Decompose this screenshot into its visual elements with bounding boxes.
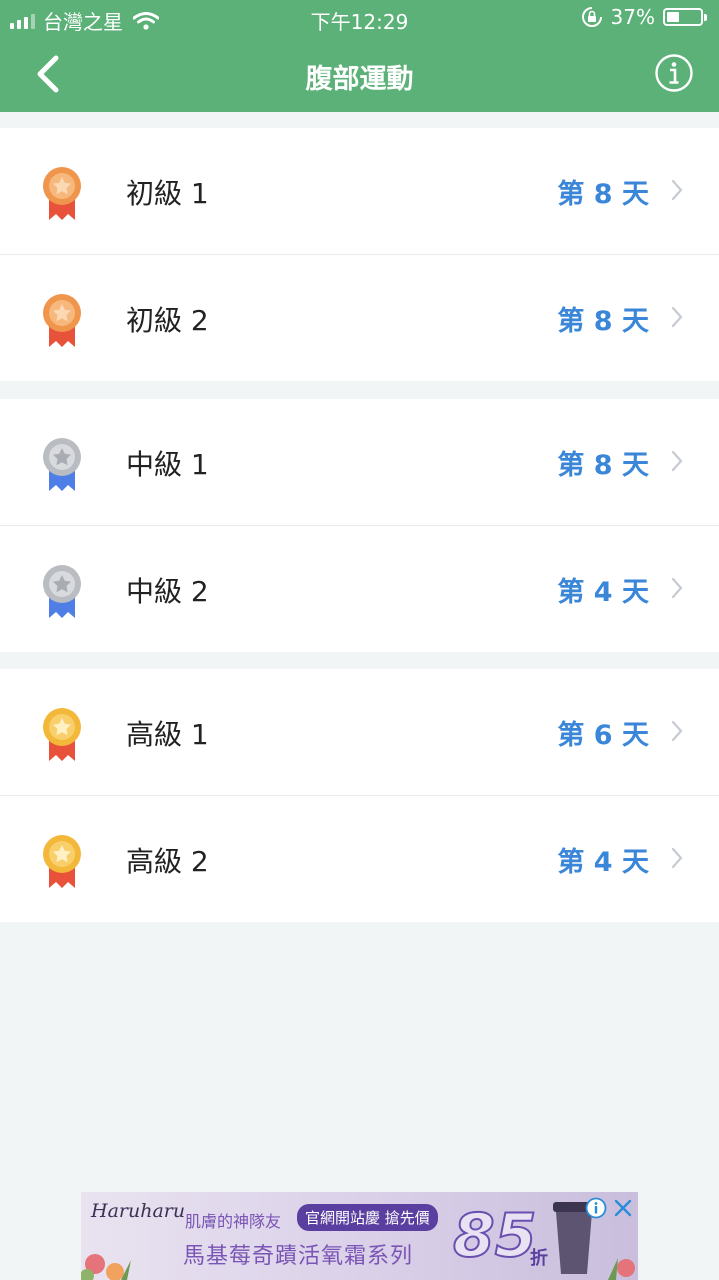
page-title: 腹部運動 [305,64,414,95]
ad-banner[interactable]: Haruharu 肌膚的神隊友 官網開站慶 搶先價 馬基莓奇蹟活氧霜系列 85 … [81,1192,638,1280]
status-right: 37% [581,5,707,29]
ad-brand: Haruharu [91,1200,186,1222]
chevron-right-icon [671,450,683,472]
ad-headline: 馬基莓奇蹟活氧霜系列 [183,1244,414,1269]
day-count: 第 8 天 [557,179,649,210]
ad-discount-unit: 折 [530,1248,548,1269]
level-row[interactable]: 高級 2 第 4 天 [0,795,719,922]
chevron-right-icon [671,179,683,201]
level-row[interactable]: 初級 2 第 8 天 [0,254,719,381]
ad-info-icon[interactable] [585,1197,607,1219]
ad-badge: 官網開站慶 搶先價 [297,1204,438,1231]
level-label: 初級 1 [126,177,209,210]
flower-decoration-icon [81,1254,131,1280]
level-label: 高級 2 [126,845,209,878]
ad-tagline: 肌膚的神隊友 [185,1212,282,1231]
info-button[interactable] [654,53,694,93]
bronze-medal-icon [43,167,81,220]
silver-medal-icon [43,565,81,618]
day-count: 第 4 天 [557,847,649,878]
level-group-advanced: 高級 1 第 6 天 高級 2 第 4 天 [0,669,719,922]
silver-medal-icon [43,438,81,491]
bronze-medal-icon [43,294,81,347]
level-label: 初級 2 [126,304,209,337]
battery-percent: 37% [610,5,655,29]
day-count: 第 4 天 [557,577,649,608]
chevron-right-icon [671,720,683,742]
level-row[interactable]: 初級 1 第 8 天 [0,128,719,254]
level-row[interactable]: 高級 1 第 6 天 [0,669,719,795]
level-label: 高級 1 [126,718,209,751]
status-bar: 台灣之星 下午12:29 37% [0,0,719,38]
chevron-right-icon [671,577,683,599]
day-count: 第 8 天 [557,306,649,337]
level-row[interactable]: 中級 2 第 4 天 [0,525,719,652]
level-row[interactable]: 中級 1 第 8 天 [0,399,719,525]
level-group-intermediate: 中級 1 第 8 天 中級 2 第 4 天 [0,399,719,652]
gold-medal-icon [43,835,81,888]
flower-decoration-icon [608,1258,635,1280]
rotation-lock-icon [581,7,602,27]
gold-medal-icon [43,708,81,761]
battery-icon [663,8,707,26]
day-count: 第 8 天 [557,450,649,481]
chevron-right-icon [671,847,683,869]
ad-close-icon[interactable] [613,1198,633,1218]
level-group-beginner: 初級 1 第 8 天 初級 2 第 8 天 [0,128,719,381]
nav-bar: 台灣之星 下午12:29 37% 腹部運動 [0,0,719,112]
battery-fill [667,12,679,22]
day-count: 第 6 天 [557,720,649,751]
ad-discount: 85 [452,1201,537,1271]
level-label: 中級 2 [126,575,209,608]
level-label: 中級 1 [126,448,209,481]
chevron-right-icon [671,306,683,328]
